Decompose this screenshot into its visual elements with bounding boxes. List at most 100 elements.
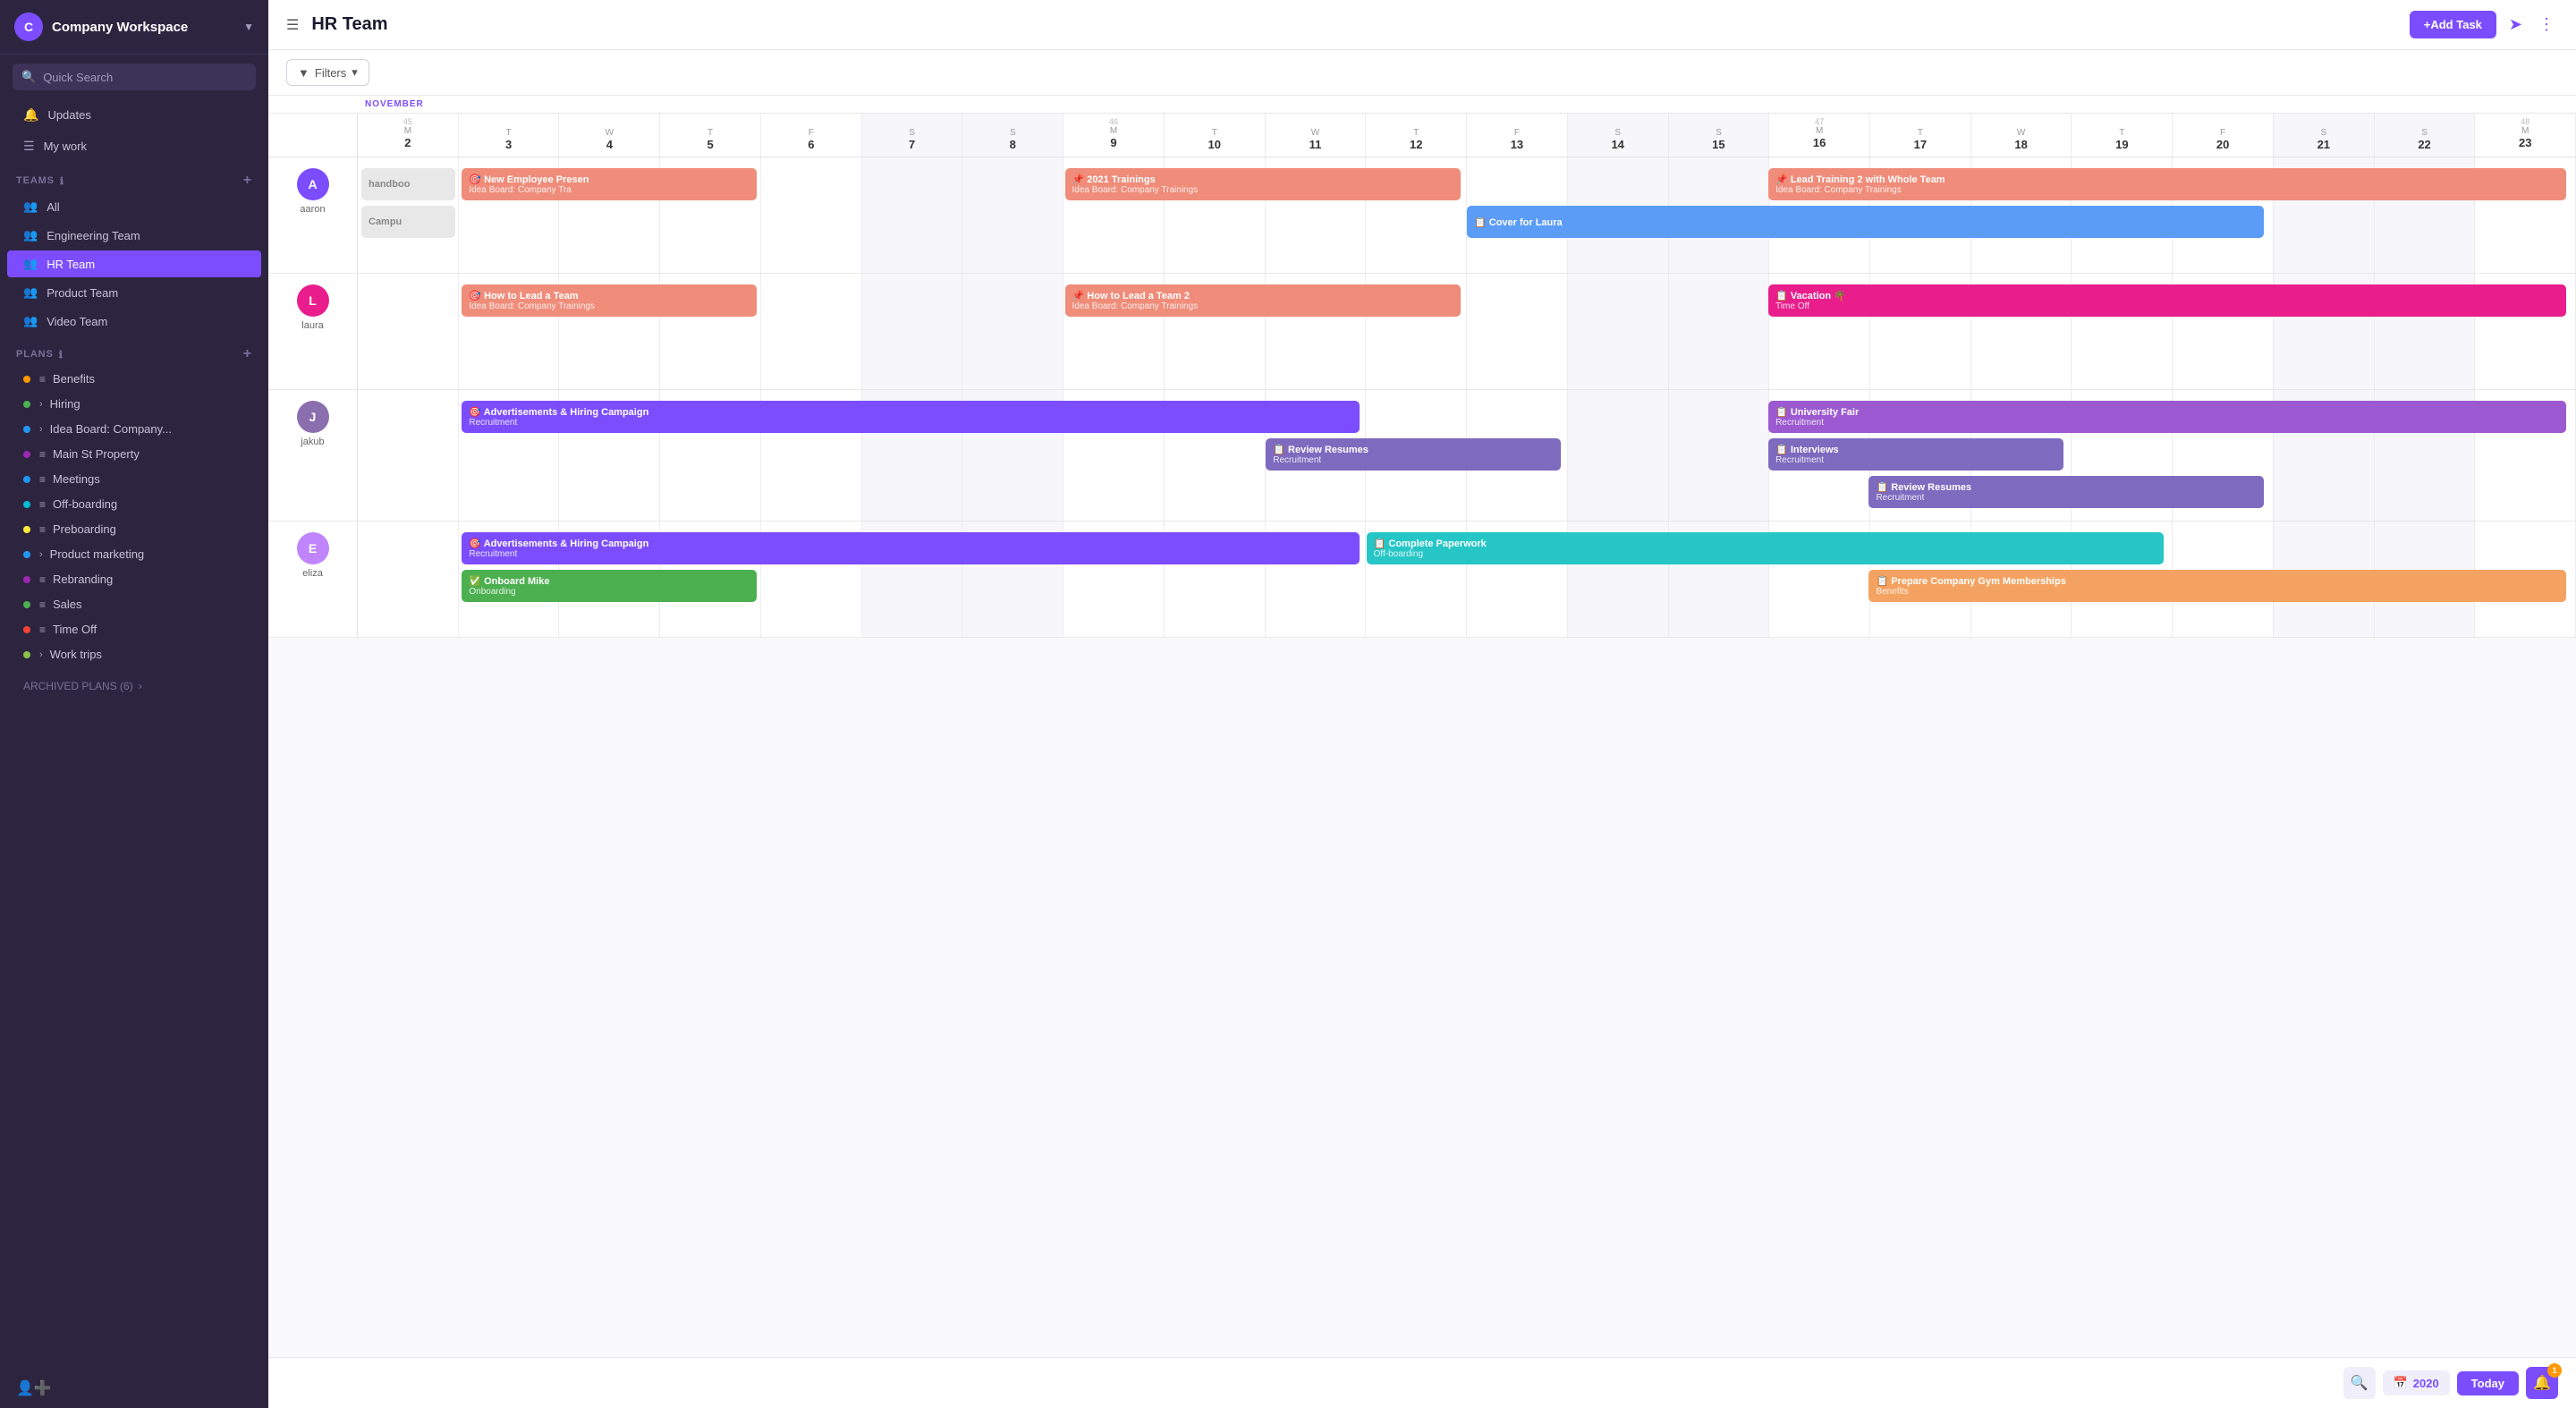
cells-area-jakub: 🎯 Advertisements & Hiring CampaignRecrui… (358, 390, 2576, 521)
plan-dot-rebranding (23, 576, 30, 583)
today-button[interactable]: Today (2457, 1371, 2519, 1395)
team-all-label: All (47, 200, 59, 214)
more-options-button[interactable]: ⋮ (2535, 12, 2558, 38)
plan-lines-icon: ≡ (39, 523, 46, 536)
sidebar-plan-work-trips[interactable]: ›Work trips (7, 642, 261, 666)
task-bar[interactable]: 📋 Cover for Laura (1467, 206, 2264, 238)
share-icon-button[interactable]: ➤ (2505, 12, 2526, 38)
task-name: 📌 Lead Training 2 with Whole Team (1775, 174, 2558, 185)
task-bar[interactable]: 🎯 Advertisements & Hiring CampaignRecrui… (462, 532, 1360, 564)
task-bar[interactable]: Campu (361, 206, 455, 238)
day-num: 6 (808, 138, 814, 151)
task-rows: 🎯 Advertisements & Hiring CampaignRecrui… (361, 395, 2572, 515)
task-bar[interactable]: 🎯 New Employee PresenIdea Board: Company… (462, 168, 757, 200)
task-sub: Idea Board: Company Trainings (469, 301, 750, 311)
task-name: 📋 Review Resumes (1273, 444, 1554, 455)
add-member-btn[interactable]: 👤➕ (0, 1369, 268, 1408)
day-label: M (1110, 126, 1117, 136)
sidebar-item-video[interactable]: 👥 Video Team (7, 308, 261, 335)
sidebar-item-all[interactable]: 👥 All (7, 193, 261, 220)
task-sub: Idea Board: Company Trainings (1072, 301, 1453, 311)
teams-info-icon[interactable]: ℹ (60, 175, 64, 187)
day-num: 20 (2216, 138, 2229, 151)
sidebar-item-engineering[interactable]: 👥 Engineering Team (7, 222, 261, 249)
day-header-3: T3 (459, 114, 560, 157)
nav-my-work[interactable]: ☰ My work (7, 131, 261, 161)
task-sub: Recruitment (469, 549, 1352, 559)
sidebar-plan-idea-board[interactable]: ›Idea Board: Company... (7, 417, 261, 441)
teams-add-icon[interactable]: + (243, 173, 252, 189)
search-calendar-button[interactable]: 🔍 (2343, 1367, 2376, 1399)
sidebar-plan-benefits[interactable]: ≡Benefits (7, 367, 261, 391)
archived-plans[interactable]: ARCHIVED PLANS (6) › (7, 671, 261, 701)
task-bar[interactable]: 🎯 Advertisements & Hiring CampaignRecrui… (462, 401, 1360, 433)
task-bar[interactable]: 📋 Review ResumesRecruitment (1266, 438, 1561, 471)
plan-dot-off-boarding (23, 501, 30, 508)
day-num: 15 (1712, 138, 1724, 151)
plans-info-icon[interactable]: ℹ (59, 349, 64, 360)
day-num: 5 (707, 138, 713, 151)
hamburger-icon[interactable]: ☰ (286, 16, 299, 34)
task-bar[interactable]: 📋 Prepare Company Gym MembershipsBenefit… (1868, 570, 2565, 602)
day-label: T (1918, 128, 1923, 138)
plan-label-idea-board: Idea Board: Company... (50, 422, 172, 436)
day-label: T (708, 128, 713, 138)
calendar-icon: 📅 (2394, 1376, 2408, 1390)
task-bar[interactable]: 📋 Vacation 🌴Time Off (1768, 284, 2565, 317)
nav-updates[interactable]: 🔔 Updates (7, 100, 261, 130)
task-bar[interactable]: 📋 Review ResumesRecruitment (1868, 476, 2264, 508)
sidebar-plan-rebranding[interactable]: ≡Rebranding (7, 567, 261, 591)
sidebar-plan-time-off[interactable]: ≡Time Off (7, 617, 261, 641)
task-name: 📋 Complete Paperwork (1374, 538, 2157, 549)
sidebar-plan-sales[interactable]: ≡Sales (7, 592, 261, 616)
task-sub: Recruitment (1775, 455, 2056, 465)
nav-updates-label: Updates (47, 108, 90, 122)
day-label: W (2017, 128, 2025, 138)
filter-icon: ▼ (298, 66, 309, 80)
day-num: 13 (1511, 138, 1523, 151)
search-placeholder: Quick Search (43, 71, 113, 84)
workspace-header[interactable]: C Company Workspace ▼ (0, 0, 268, 55)
task-bar[interactable]: 📋 University FairRecruitment (1768, 401, 2565, 433)
calendar-row-eliza: Eeliza🎯 Advertisements & Hiring Campaign… (268, 522, 2576, 638)
sidebar-plan-main-st[interactable]: ≡Main St Property (7, 442, 261, 466)
sidebar-plan-off-boarding[interactable]: ≡Off-boarding (7, 492, 261, 516)
task-bar[interactable]: 📌 How to Lead a Team 2Idea Board: Compan… (1065, 284, 1461, 317)
add-task-button[interactable]: +Add Task (2410, 11, 2496, 38)
task-bar[interactable]: handboo (361, 168, 455, 200)
task-sub: Recruitment (1775, 418, 2558, 428)
workspace-name: Company Workspace (52, 20, 243, 35)
nav-my-work-label: My work (44, 140, 87, 153)
task-name: 🎯 How to Lead a Team (469, 290, 750, 301)
task-bar[interactable]: 📋 InterviewsRecruitment (1768, 438, 2063, 471)
sidebar-item-product[interactable]: 👥 Product Team (7, 279, 261, 306)
notification-badge: 1 (2547, 1363, 2562, 1378)
year-button[interactable]: 📅 2020 (2383, 1370, 2450, 1395)
sidebar-plan-preboarding[interactable]: ≡Preboarding (7, 517, 261, 541)
sidebar-item-hr[interactable]: 👥 HR Team (7, 250, 261, 277)
search-box[interactable]: 🔍 Quick Search (13, 64, 256, 90)
plan-dot-product-marketing (23, 551, 30, 558)
day-label: W (606, 128, 614, 138)
day-header-2: 45M2 (358, 114, 459, 157)
add-member-icon: 👤➕ (16, 1381, 52, 1396)
teams-section-header: TEAMS ℹ + (0, 162, 268, 192)
cells-area-aaron: handboo🎯 New Employee PresenIdea Board: … (358, 157, 2576, 273)
task-bar[interactable]: 📋 Complete PaperworkOff-boarding (1367, 532, 2164, 564)
plans-add-icon[interactable]: + (243, 346, 252, 362)
day-header-16: 47M16 (1769, 114, 1870, 157)
day-header-12: T12 (1366, 114, 1467, 157)
sidebar-plan-meetings[interactable]: ≡Meetings (7, 467, 261, 491)
week-num: 45 (403, 117, 412, 126)
filter-label: Filters (315, 66, 346, 80)
task-bar[interactable]: 📌 Lead Training 2 with Whole TeamIdea Bo… (1768, 168, 2565, 200)
updates-icon: 🔔 (23, 107, 38, 123)
sidebar-plan-hiring[interactable]: ›Hiring (7, 392, 261, 416)
filter-button[interactable]: ▼ Filters ▾ (286, 59, 369, 86)
task-bar[interactable]: 🎯 How to Lead a TeamIdea Board: Company … (462, 284, 757, 317)
task-sub: Idea Board: Company Trainings (1072, 185, 1453, 195)
notification-button[interactable]: 🔔 1 (2526, 1367, 2558, 1399)
task-bar[interactable]: ✅ Onboard MikeOnboarding (462, 570, 757, 602)
task-bar[interactable]: 📌 2021 TrainingsIdea Board: Company Trai… (1065, 168, 1461, 200)
sidebar-plan-product-marketing[interactable]: ›Product marketing (7, 542, 261, 566)
